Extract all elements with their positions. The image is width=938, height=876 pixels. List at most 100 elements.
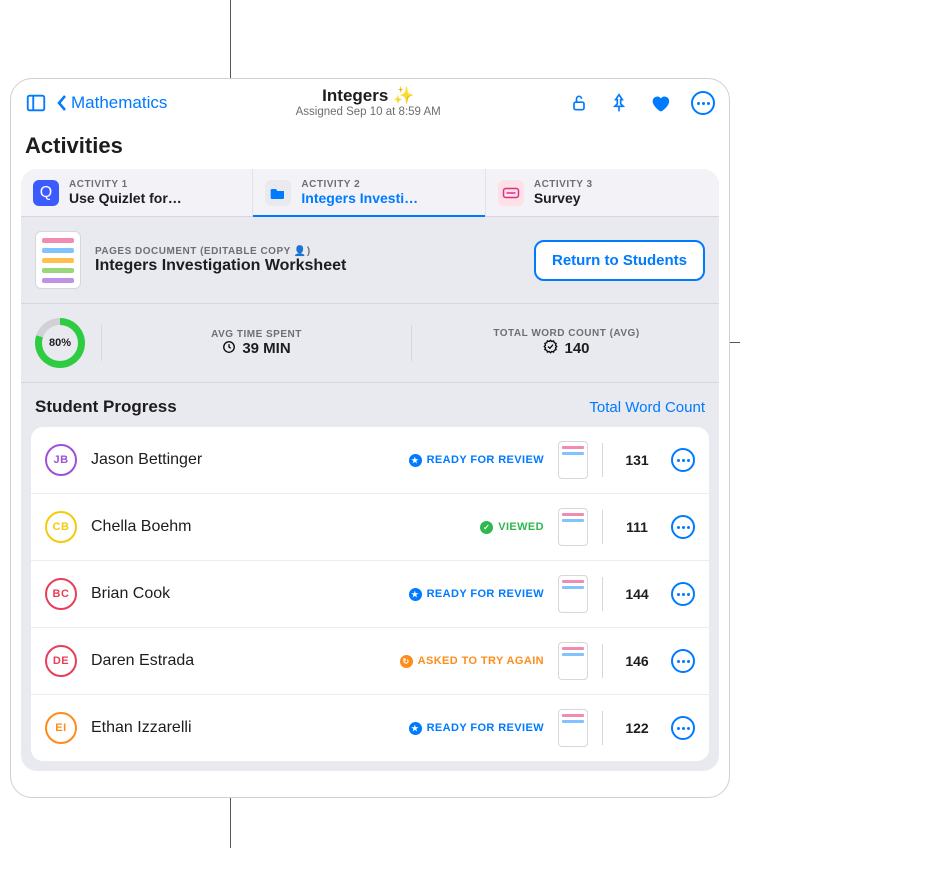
word-count: 144 [617,586,657,602]
divider [602,644,603,678]
heart-icon[interactable] [649,92,671,114]
document-thumbnail[interactable] [35,231,81,289]
submission-thumbnail[interactable] [558,441,588,479]
progress-ring: 80% [35,318,85,368]
document-title: Integers Investigation Worksheet [95,257,520,275]
submission-thumbnail[interactable] [558,508,588,546]
stats-strip: 80% AVG TIME SPENT 39 MIN TOTAL WORD COU… [21,304,719,383]
sidebar-icon[interactable] [25,92,47,114]
divider [602,443,603,477]
status-icon: ↻ [400,655,413,668]
student-avatar: BC [45,578,77,610]
student-name: Jason Bettinger [91,451,395,469]
page-subtitle: Assigned Sep 10 at 8:59 AM [175,106,561,119]
activity-tab-label: Survey [534,190,593,206]
activity-tab-over: ACTIVITY 2 [301,179,418,190]
stat-time: AVG TIME SPENT 39 MIN [118,329,395,358]
survey-icon [498,180,524,206]
stat-time-label: AVG TIME SPENT [118,329,395,340]
stat-time-value: 39 MIN [242,340,290,357]
activity-tab-label: Integers Investi… [301,190,418,206]
status-icon: ★ [409,454,422,467]
status-label: ASKED TO TRY AGAIN [418,655,544,667]
document-meta: PAGES DOCUMENT (EDITABLE COPY 👤) [95,246,520,257]
activity-tab-over: ACTIVITY 1 [69,179,182,190]
app-window: Mathematics Integers ✨ Assigned Sep 10 a… [10,78,730,798]
stat-words-label: TOTAL WORD COUNT (AVG) [428,328,705,339]
folder-icon [265,180,291,206]
student-name: Chella Boehm [91,518,466,536]
lock-icon[interactable] [569,93,589,113]
sort-filter-link[interactable]: Total Word Count [589,399,705,416]
progress-title: Student Progress [35,397,177,417]
row-more-button[interactable] [671,582,695,606]
student-name: Brian Cook [91,585,395,603]
top-bar: Mathematics Integers ✨ Assigned Sep 10 a… [11,79,729,127]
return-to-students-button[interactable]: Return to Students [534,240,705,281]
student-list: JBJason Bettinger★READY FOR REVIEW131CBC… [31,427,709,761]
student-row[interactable]: BC Brian Cook ★READY FOR REVIEW 144 [31,561,709,628]
back-label: Mathematics [71,93,167,113]
activity-tab-3[interactable]: ACTIVITY 3 Survey [486,169,718,216]
student-status: ★ READY FOR REVIEW [409,722,544,735]
row-more-button[interactable] [671,716,695,740]
seal-icon [543,339,558,358]
student-row[interactable]: EI Ethan Izzarelli ★ READY FOR REVIEW 122 [31,695,709,761]
activity-tab-1[interactable]: Q ACTIVITY 1 Use Quizlet for… [21,169,253,216]
word-count: 122 [617,720,657,736]
student-avatar: CB [45,511,77,543]
chevron-left-icon [55,94,69,112]
more-button[interactable] [691,91,715,115]
submission-thumbnail[interactable] [558,709,588,747]
section-title: Activities [11,127,729,169]
header-actions [569,91,715,115]
student-status: ✓ VIEWED [480,521,544,534]
activity-tabs: Q ACTIVITY 1 Use Quizlet for… ACTIVITY 2… [21,169,719,217]
activities-panel: Q ACTIVITY 1 Use Quizlet for… ACTIVITY 2… [21,169,719,771]
student-row[interactable]: CB Chella Boehm ✓ VIEWED 111 [31,494,709,561]
progress-heading: Student Progress Total Word Count [21,383,719,427]
student-status: ↻ ASKED TO TRY AGAIN [400,655,544,668]
submission-thumbnail[interactable] [558,575,588,613]
callout-line-bottom [230,798,231,848]
clock-icon [222,340,236,358]
document-row: PAGES DOCUMENT (EDITABLE COPY 👤) Integer… [21,217,719,304]
submission-thumbnail[interactable] [558,642,588,680]
student-row[interactable]: JBJason Bettinger★READY FOR REVIEW131 [31,427,709,494]
student-row[interactable]: DE Daren Estrada ↻ ASKED TO TRY AGAIN 146 [31,628,709,695]
word-count: 131 [617,452,657,468]
activity-tab-label: Use Quizlet for… [69,190,182,206]
callout-line-top [230,0,231,78]
quizlet-icon: Q [33,180,59,206]
status-label: READY FOR REVIEW [427,454,544,466]
activity-tab-2[interactable]: ACTIVITY 2 Integers Investi… [253,169,485,216]
student-avatar: EI [45,712,77,744]
activity-tab-over: ACTIVITY 3 [534,179,593,190]
stat-words: TOTAL WORD COUNT (AVG) 140 [428,328,705,358]
word-count: 146 [617,653,657,669]
status-label: READY FOR REVIEW [427,722,544,734]
status-label: VIEWED [498,521,544,533]
status-icon: ✓ [480,521,493,534]
divider [101,325,102,361]
status-icon: ★ [409,722,422,735]
back-button[interactable]: Mathematics [55,93,167,113]
stat-words-value: 140 [564,340,589,357]
status-icon: ★ [409,588,422,601]
row-more-button[interactable] [671,448,695,472]
divider [411,325,412,361]
divider [602,577,603,611]
divider [602,510,603,544]
page-title: Integers ✨ [175,87,561,106]
student-avatar: DE [45,645,77,677]
pin-icon[interactable] [609,92,629,114]
student-name: Daren Estrada [91,652,386,670]
student-name: Ethan Izzarelli [91,719,395,737]
row-more-button[interactable] [671,649,695,673]
student-status: ★READY FOR REVIEW [409,588,544,601]
title-area: Integers ✨ Assigned Sep 10 at 8:59 AM [175,87,561,118]
student-status: ★ READY FOR REVIEW [409,454,544,467]
progress-ring-label: 80% [49,337,71,349]
word-count: 111 [617,519,657,535]
row-more-button[interactable] [671,515,695,539]
